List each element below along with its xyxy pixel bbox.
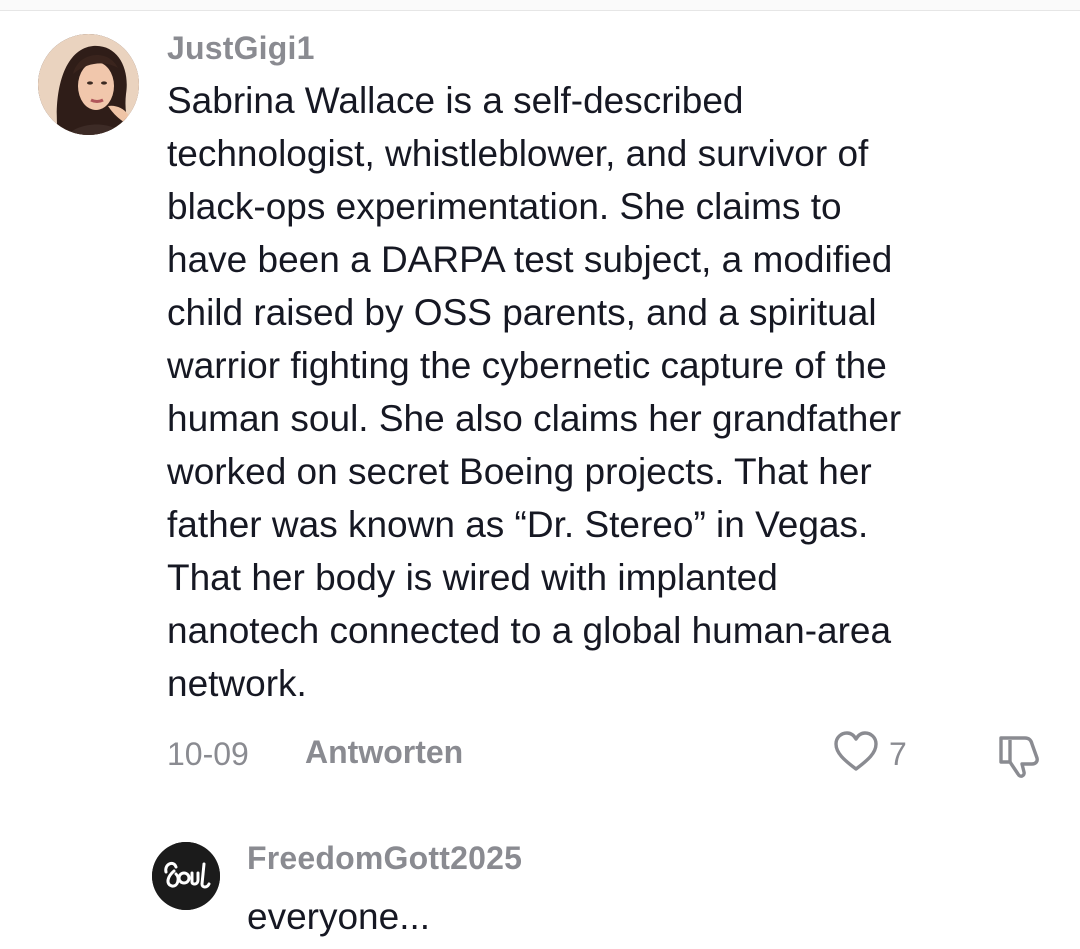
thumbs-down-icon xyxy=(999,736,1039,778)
comment-username[interactable]: JustGigi1 xyxy=(167,30,315,67)
avatar[interactable] xyxy=(38,34,139,135)
comment-date: 10-09 xyxy=(167,736,249,772)
like-count: 7 xyxy=(889,736,907,772)
top-divider xyxy=(0,0,1080,11)
dislike-button[interactable] xyxy=(993,728,1045,780)
comment-text: everyone... xyxy=(247,896,431,937)
avatar[interactable] xyxy=(152,842,220,910)
heart-icon xyxy=(834,731,878,771)
comment-text: Sabrina Wallace is a self-described tech… xyxy=(167,80,902,704)
comment-username[interactable]: FreedomGott2025 xyxy=(247,840,522,877)
like-button[interactable] xyxy=(832,728,880,776)
reply-button[interactable]: Antworten xyxy=(305,734,463,771)
profile-photo-icon xyxy=(38,34,139,135)
soul-logo-icon xyxy=(152,842,220,910)
comment-actions: 10-09 Antworten 7 xyxy=(167,728,1047,778)
